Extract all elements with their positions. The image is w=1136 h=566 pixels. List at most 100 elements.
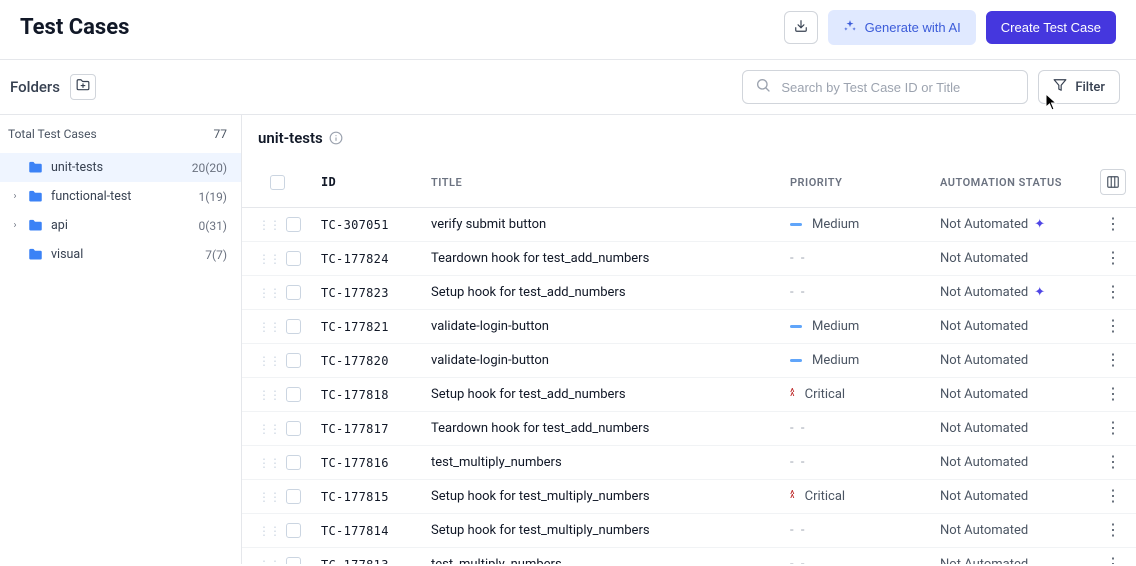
cell-id: TC-177815 [311, 480, 421, 514]
row-checkbox[interactable] [286, 251, 301, 266]
sidebar-item-visual[interactable]: visual7(7) [0, 240, 241, 269]
cell-title[interactable]: Teardown hook for test_add_numbers [421, 242, 780, 276]
priority-label: Medium [812, 217, 859, 232]
search-icon [755, 77, 771, 97]
row-more-button[interactable]: ⋮ [1105, 452, 1121, 471]
column-config-button[interactable] [1100, 169, 1126, 195]
drag-handle-icon[interactable]: ⋮⋮ [258, 286, 280, 300]
priority-critical-icon: ^^ [790, 390, 795, 400]
generate-ai-button[interactable]: Generate with AI [828, 10, 976, 45]
row-checkbox[interactable] [286, 285, 301, 300]
row-more-button[interactable]: ⋮ [1105, 350, 1121, 369]
table-row[interactable]: ⋮⋮TC-177813test_multiply_numbers- -Not A… [242, 548, 1136, 565]
row-checkbox[interactable] [286, 387, 301, 402]
drag-handle-icon[interactable]: ⋮⋮ [258, 524, 280, 538]
cell-priority: Medium [780, 310, 930, 344]
row-more-button[interactable]: ⋮ [1105, 282, 1121, 301]
cell-title[interactable]: Teardown hook for test_add_numbers [421, 412, 780, 446]
cell-title[interactable]: verify submit button [421, 208, 780, 242]
col-select [242, 157, 311, 208]
row-checkbox[interactable] [286, 353, 301, 368]
row-more-button[interactable]: ⋮ [1105, 554, 1121, 564]
cell-title[interactable]: validate-login-button [421, 310, 780, 344]
drag-handle-icon[interactable]: ⋮⋮ [258, 218, 280, 232]
drag-handle-icon[interactable]: ⋮⋮ [258, 354, 280, 368]
search-box[interactable] [742, 70, 1028, 104]
sparkle-icon [843, 19, 857, 36]
row-more-button[interactable]: ⋮ [1105, 418, 1121, 437]
table-row[interactable]: ⋮⋮TC-307051verify submit buttonMediumNot… [242, 208, 1136, 242]
folders-label-text: Folders [10, 78, 60, 96]
drag-handle-icon[interactable]: ⋮⋮ [258, 320, 280, 334]
drag-handle-icon[interactable]: ⋮⋮ [258, 558, 280, 565]
col-automation-header[interactable]: AUTOMATION STATUS [930, 157, 1090, 208]
table-row[interactable]: ⋮⋮ TC-177815Setup hook for test_multiply_… [242, 480, 1136, 514]
cell-title[interactable]: test_multiply_numbers [421, 446, 780, 480]
cell-title[interactable]: validate-login-button [421, 344, 780, 378]
priority-none: - - [790, 523, 806, 538]
select-all-checkbox[interactable] [270, 175, 285, 190]
table-row[interactable]: ⋮⋮TC-177823Setup hook for test_add_numbe… [242, 276, 1136, 310]
table-row[interactable]: ⋮⋮ TC-177821validate-login-buttonMediumNo… [242, 310, 1136, 344]
row-checkbox[interactable] [286, 455, 301, 470]
row-checkbox[interactable] [286, 217, 301, 232]
search-input[interactable] [781, 80, 1015, 95]
cell-id: TC-177824 [311, 242, 421, 276]
cell-automation: Not Automated [930, 310, 1090, 344]
row-checkbox[interactable] [286, 557, 301, 564]
filter-button[interactable]: Filter [1038, 70, 1120, 104]
cell-title[interactable]: Setup hook for test_multiply_numbers [421, 480, 780, 514]
row-more-button[interactable]: ⋮ [1105, 486, 1121, 505]
cell-title[interactable]: Setup hook for test_multiply_numbers [421, 514, 780, 548]
table-row[interactable]: ⋮⋮TC-177818Setup hook for test_add_numbe… [242, 378, 1136, 412]
row-checkbox[interactable] [286, 319, 301, 334]
drag-handle-icon[interactable]: ⋮⋮ [258, 388, 280, 402]
col-config-header [1090, 157, 1136, 208]
sidebar-item-unit-tests[interactable]: unit-tests20(20) [0, 153, 241, 182]
drag-handle-icon[interactable]: ⋮⋮ [258, 456, 280, 470]
cell-automation: Not Automated✦ [930, 276, 1090, 310]
download-button[interactable] [784, 11, 818, 44]
cell-id: TC-177821 [311, 310, 421, 344]
chevron-right-icon: › [10, 191, 20, 202]
cell-title[interactable]: Setup hook for test_add_numbers [421, 276, 780, 310]
sparkle-icon: ✦ [1034, 285, 1045, 300]
row-more-button[interactable]: ⋮ [1105, 384, 1121, 403]
filter-icon [1053, 78, 1067, 96]
cell-id: TC-307051 [311, 208, 421, 242]
table-row[interactable]: ⋮⋮ TC-177814Setup hook for test_multiply_… [242, 514, 1136, 548]
header-actions: Generate with AI Create Test Case [784, 10, 1116, 45]
table-row[interactable]: ⋮⋮ TC-177824Teardown hook for test_add_nu… [242, 242, 1136, 276]
folder-name: api [51, 218, 68, 233]
cell-title[interactable]: test_multiply_numbers [421, 548, 780, 565]
drag-handle-icon[interactable]: ⋮⋮ [258, 490, 280, 504]
drag-handle-icon[interactable]: ⋮⋮ [258, 422, 280, 436]
row-more-button[interactable]: ⋮ [1105, 520, 1121, 539]
row-checkbox[interactable] [286, 421, 301, 436]
col-priority-header[interactable]: PRIORITY [780, 157, 930, 208]
row-more-button[interactable]: ⋮ [1105, 248, 1121, 267]
row-more-button[interactable]: ⋮ [1105, 214, 1121, 233]
row-checkbox[interactable] [286, 523, 301, 538]
row-more-button[interactable]: ⋮ [1105, 316, 1121, 335]
breadcrumb-folder: unit-tests [258, 129, 323, 147]
table-row[interactable]: ⋮⋮ TC-177817Teardown hook for test_add_nu… [242, 412, 1136, 446]
table-row[interactable]: ⋮⋮TC-177816test_multiply_numbers- -Not A… [242, 446, 1136, 480]
col-id-header[interactable]: ID [311, 157, 421, 208]
cell-id: TC-177814 [311, 514, 421, 548]
cell-id: TC-177817 [311, 412, 421, 446]
row-checkbox[interactable] [286, 489, 301, 504]
col-title-header[interactable]: TITLE [421, 157, 780, 208]
create-test-case-button[interactable]: Create Test Case [986, 11, 1116, 44]
new-folder-button[interactable] [70, 74, 96, 100]
page-header: Test Cases Generate with AI Create Test … [0, 0, 1136, 60]
sidebar-item-api[interactable]: ›api0(31) [0, 211, 241, 240]
folder-count: 7(7) [205, 248, 227, 262]
cell-title[interactable]: Setup hook for test_add_numbers [421, 378, 780, 412]
sidebar-item-functional-test[interactable]: ›functional-test1(19) [0, 182, 241, 211]
drag-handle-icon[interactable]: ⋮⋮ [258, 252, 280, 266]
table-row[interactable]: ⋮⋮TC-177820validate-login-buttonMediumNo… [242, 344, 1136, 378]
info-icon[interactable] [329, 131, 343, 145]
folder-icon [28, 218, 43, 233]
cell-priority: - - [780, 242, 930, 276]
